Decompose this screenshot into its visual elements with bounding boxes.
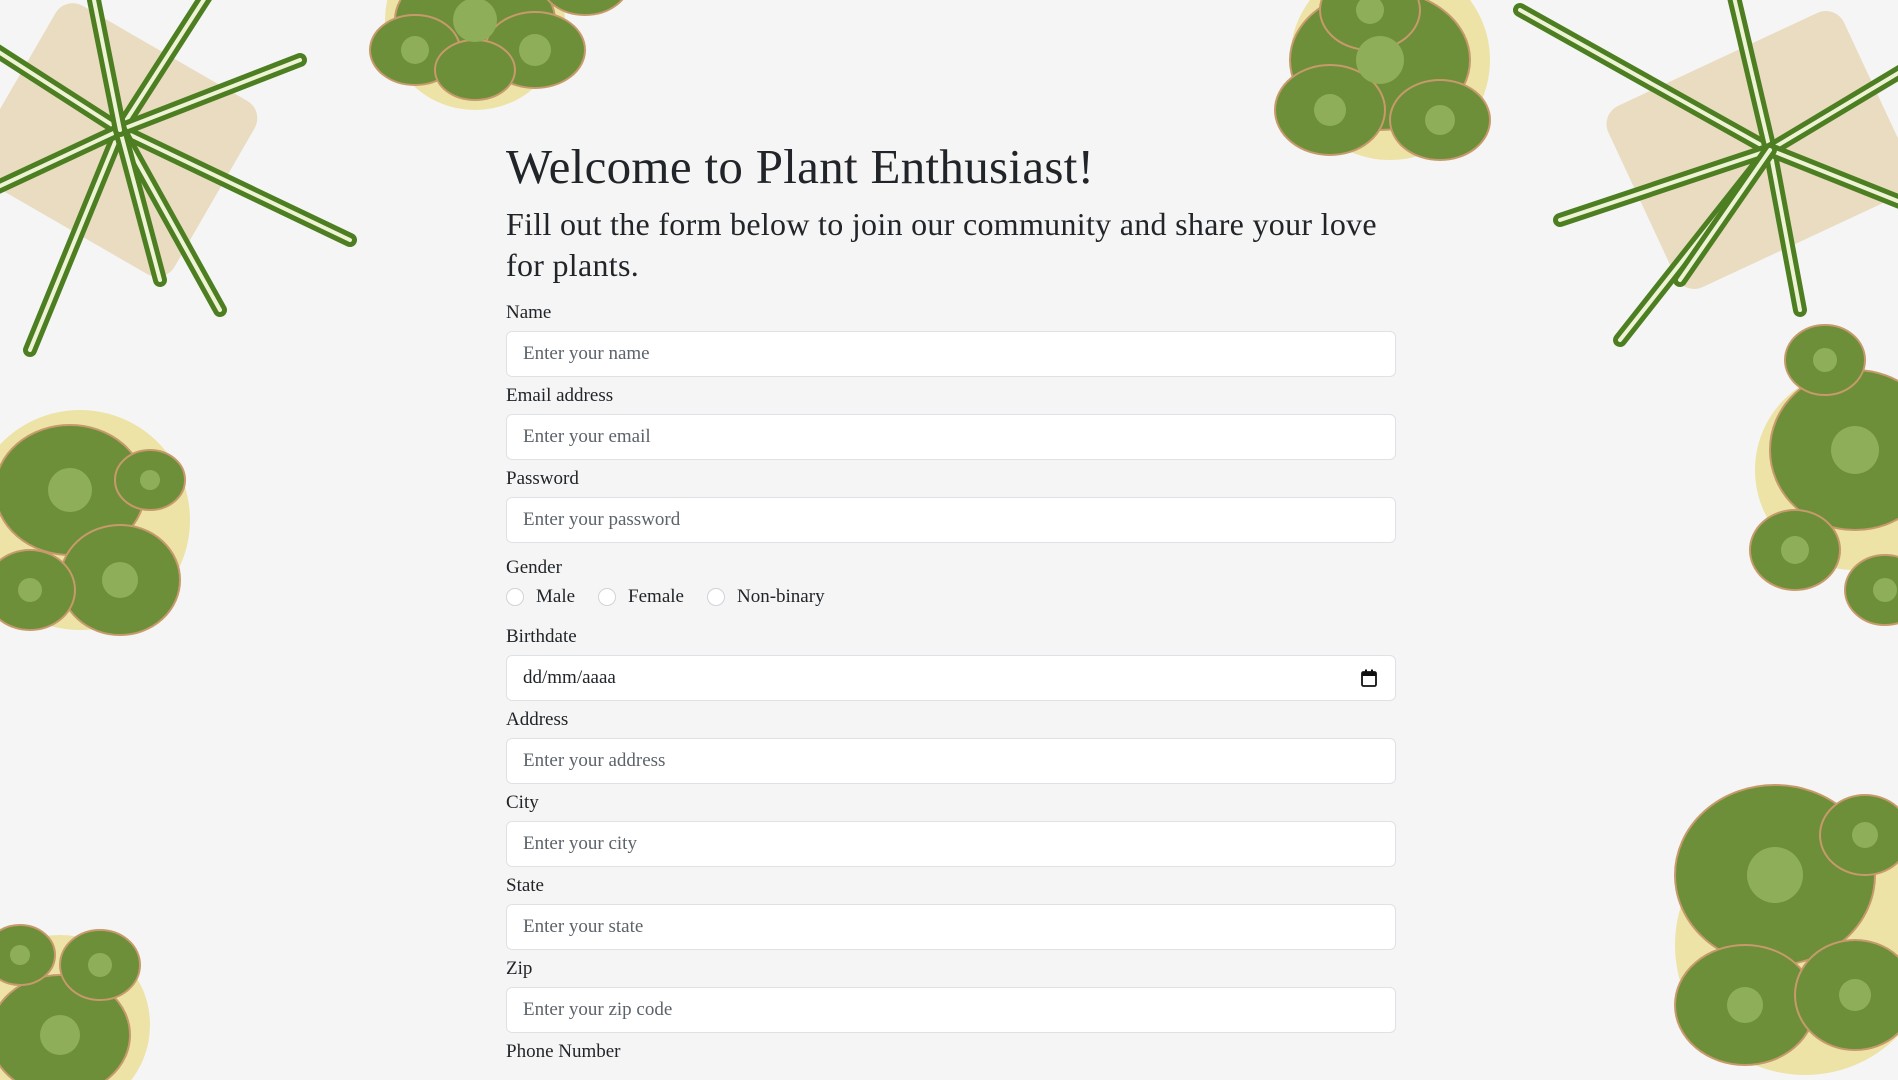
state-label: State bbox=[506, 875, 544, 896]
page: Welcome to Plant Enthusiast! Fill out th… bbox=[0, 0, 1898, 1080]
signup-form: Welcome to Plant Enthusiast! Fill out th… bbox=[506, 140, 1396, 1070]
zip-field-group: Zip bbox=[506, 958, 1396, 1033]
password-label: Password bbox=[506, 468, 579, 489]
birthdate-input[interactable]: dd/mm/aaaa bbox=[506, 655, 1396, 701]
email-label: Email address bbox=[506, 385, 614, 406]
gender-option-label: Non-binary bbox=[736, 586, 825, 607]
state-input[interactable] bbox=[506, 904, 1396, 950]
gender-field-group: Gender Male Female Non-binary bbox=[506, 557, 1396, 610]
city-input[interactable] bbox=[506, 821, 1396, 867]
calendar-icon[interactable] bbox=[1361, 669, 1377, 687]
page-subtitle: Fill out the form below to join our comm… bbox=[506, 206, 1377, 283]
radio-button[interactable] bbox=[506, 588, 524, 606]
succulent-icon bbox=[0, 410, 190, 636]
birthdate-label: Birthdate bbox=[506, 626, 577, 647]
name-field-group: Name bbox=[506, 302, 1396, 377]
gender-radio-group: Male Female Non-binary bbox=[506, 584, 1396, 610]
succulent-icon bbox=[369, 0, 624, 110]
succulent-icon bbox=[0, 924, 150, 1080]
phone-field-group: Phone Number bbox=[506, 1041, 1396, 1063]
page-title: Welcome to Plant Enthusiast! bbox=[506, 139, 1095, 194]
phone-label: Phone Number bbox=[506, 1041, 621, 1062]
email-input[interactable] bbox=[506, 414, 1396, 460]
address-input[interactable] bbox=[506, 738, 1396, 784]
gender-option-female[interactable]: Female bbox=[598, 586, 684, 608]
radio-button[interactable] bbox=[598, 588, 617, 606]
email-field-group: Email address bbox=[506, 385, 1396, 460]
state-field-group: State bbox=[506, 875, 1396, 950]
birthdate-field-group: Birthdate dd/mm/aaaa bbox=[506, 626, 1396, 701]
gender-option-label: Male bbox=[536, 586, 576, 607]
address-label: Address bbox=[506, 709, 569, 730]
name-input[interactable] bbox=[506, 331, 1396, 377]
zip-input[interactable] bbox=[506, 987, 1396, 1033]
city-label: City bbox=[506, 792, 539, 813]
gender-option-non-binary[interactable]: Non-binary bbox=[706, 586, 825, 608]
password-input[interactable] bbox=[506, 497, 1396, 543]
address-field-group: Address bbox=[506, 709, 1396, 784]
spider-plant-icon bbox=[1513, 0, 1898, 347]
zip-label: Zip bbox=[506, 958, 533, 979]
city-field-group: City bbox=[506, 792, 1396, 867]
birthdate-value: dd/mm/aaaa bbox=[523, 667, 616, 688]
password-field-group: Password bbox=[506, 468, 1396, 543]
spider-plant-icon bbox=[0, 0, 357, 357]
succulent-icon bbox=[1674, 784, 1898, 1075]
succulent-icon bbox=[1749, 324, 1898, 626]
radio-button[interactable] bbox=[706, 588, 725, 606]
name-label: Name bbox=[506, 302, 552, 323]
gender-option-male[interactable]: Male bbox=[506, 586, 575, 608]
gender-option-label: Female bbox=[628, 586, 684, 607]
gender-label: Gender bbox=[506, 557, 562, 578]
